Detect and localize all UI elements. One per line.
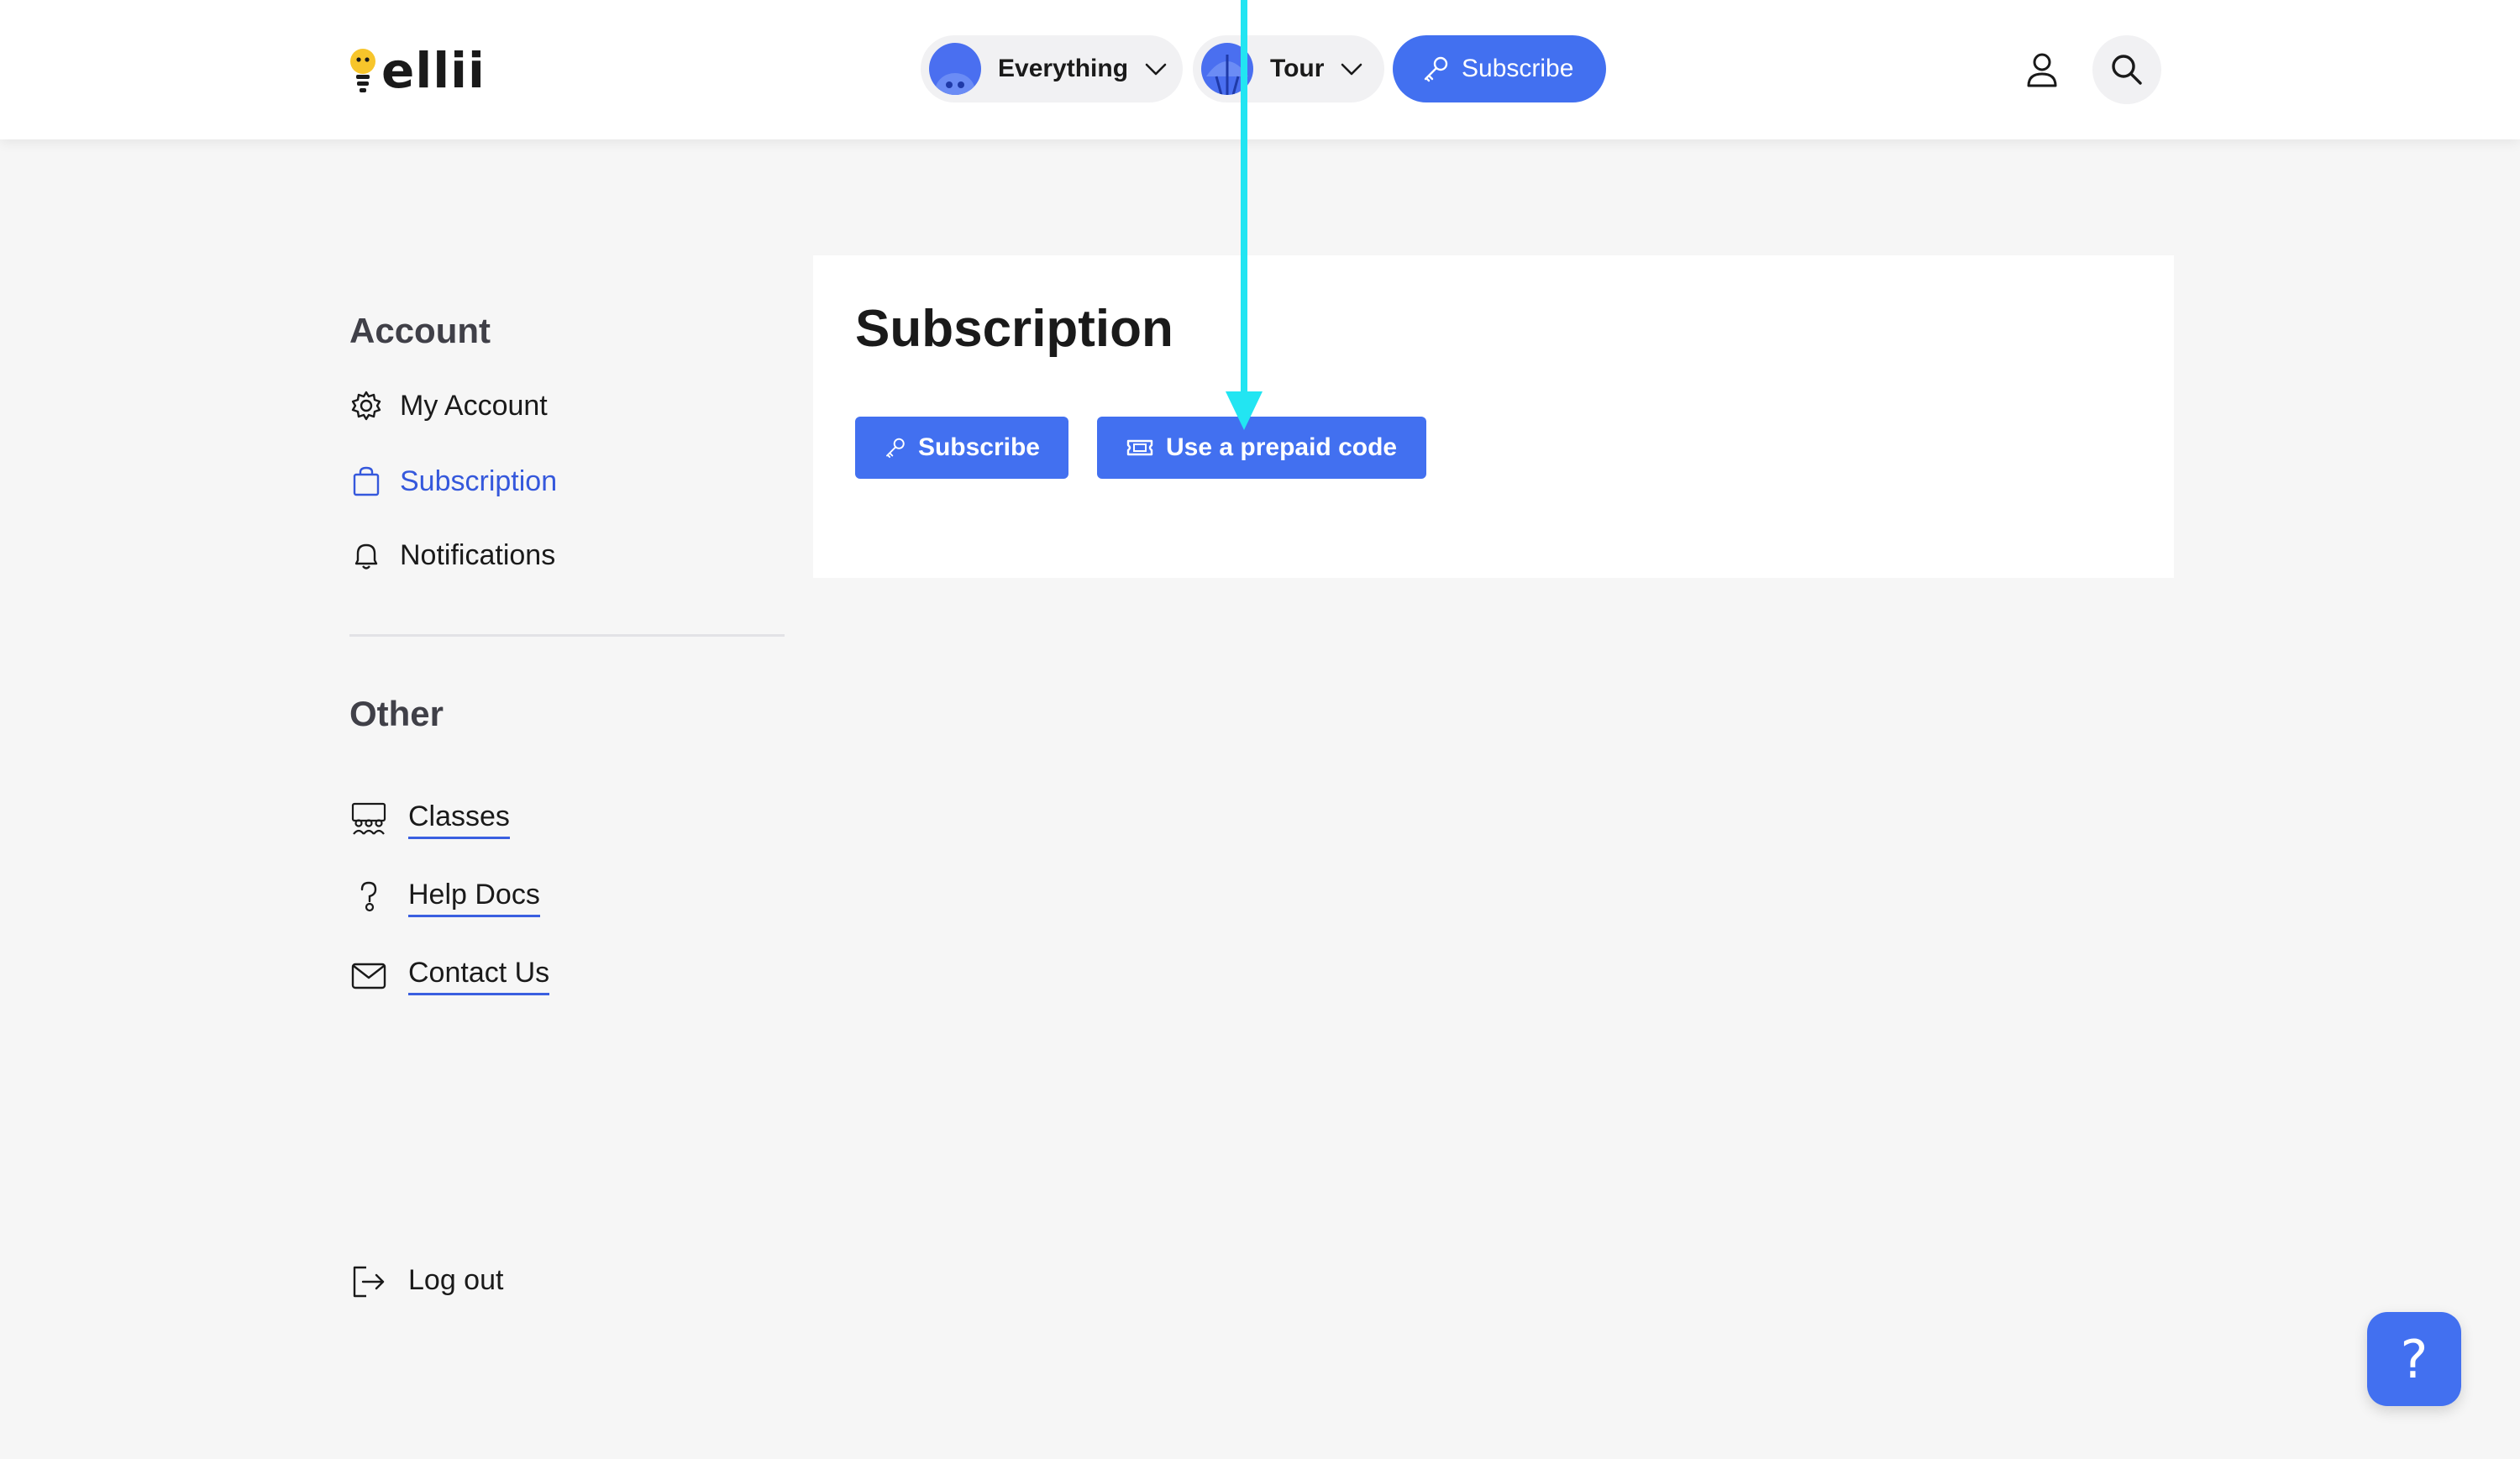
lightbulb-icon (350, 49, 375, 92)
avatar-icon (935, 73, 975, 95)
logout-icon (353, 1266, 385, 1298)
user-icon[interactable] (2021, 49, 2063, 91)
logout-label: Log out (408, 1263, 504, 1296)
classroom-icon (351, 802, 386, 835)
sidebar-item-label: My Account (400, 389, 548, 422)
sidebar-item-subscription[interactable]: Subscription (349, 460, 557, 502)
gear-icon (351, 391, 381, 421)
account-heading: Account (349, 311, 491, 350)
annotation-arrow-line (1241, 0, 1247, 403)
sidebar-item-label: Help Docs (408, 879, 540, 917)
logout-link[interactable]: Log out (349, 1258, 503, 1305)
key-icon (1424, 56, 1448, 82)
annotation-arrow-head (1226, 391, 1263, 430)
prepaid-button-label: Use a prepaid code (1166, 433, 1398, 461)
tour-label: Tour (1270, 55, 1325, 82)
sidebar-item-label: Contact Us (408, 957, 550, 995)
mail-icon (351, 963, 386, 989)
sidebar-item-contact-us[interactable]: Contact Us (349, 953, 550, 1000)
search-icon (2112, 55, 2142, 85)
other-heading: Other (349, 694, 444, 733)
header-subscribe-label: Subscribe (1462, 55, 1574, 82)
everything-avatar (929, 43, 981, 95)
sidebar-item-classes[interactable]: Classes (349, 796, 510, 843)
subscribe-button[interactable]: Subscribe (855, 417, 1068, 479)
bag-icon (353, 466, 380, 496)
key-icon (886, 438, 905, 459)
everything-menu[interactable]: Everything (921, 35, 1183, 102)
bell-icon (354, 543, 378, 569)
ticket-icon (1126, 439, 1153, 456)
sidebar-item-label: Classes (408, 800, 510, 839)
tour-menu[interactable]: Tour (1193, 35, 1384, 102)
brand-name: ellii (381, 42, 486, 99)
everything-label: Everything (998, 55, 1129, 82)
subscription-card: Subscription Subscribe Use a prepaid cod… (813, 255, 2174, 578)
sidebar-item-label: Notifications (400, 538, 556, 571)
ellii-logo[interactable]: ellii (348, 44, 486, 97)
help-button[interactable]: ? (2367, 1312, 2461, 1406)
help-question-icon: ? (2400, 1328, 2428, 1390)
page-title: Subscription (855, 300, 1173, 358)
chevron-down-icon (1145, 63, 1167, 76)
sidebar-item-label: Subscription (400, 464, 558, 497)
top-header: ellii Everything Tour Subscribe (0, 0, 2520, 139)
subscribe-button-label: Subscribe (917, 433, 1040, 461)
question-icon (360, 881, 377, 912)
sidebar-item-help-docs[interactable]: Help Docs (349, 874, 540, 921)
sidebar-item-notifications[interactable]: Notifications (349, 534, 555, 576)
sidebar-divider (349, 634, 785, 637)
search-button[interactable] (2092, 35, 2161, 104)
sidebar-item-my-account[interactable]: My Account (349, 385, 548, 427)
chevron-down-icon (1341, 63, 1362, 76)
header-subscribe-button[interactable]: Subscribe (1393, 35, 1606, 102)
